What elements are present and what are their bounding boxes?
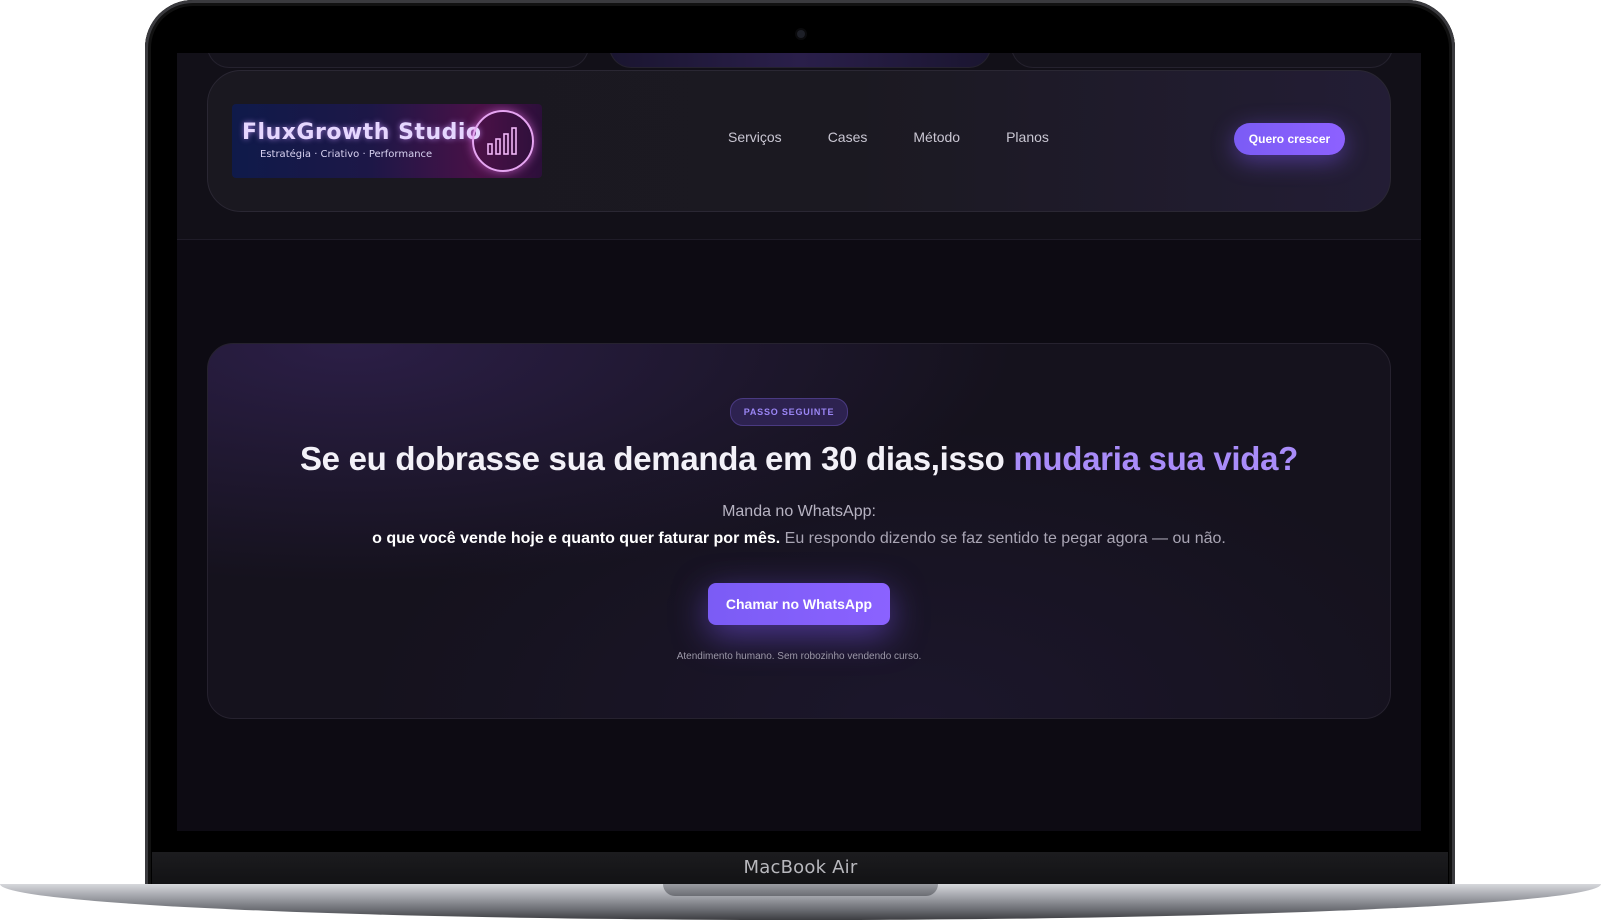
hero-description-rest: Eu respondo dizendo se faz sentido te pe… <box>780 530 1226 547</box>
camera-icon <box>797 30 805 38</box>
nav-link-metodo[interactable]: Método <box>913 129 960 145</box>
quero-crescer-button[interactable]: Quero crescer <box>1234 123 1345 155</box>
logo[interactable]: FluxGrowth Studio Estratégia · Criativo … <box>232 104 542 178</box>
nav-link-planos[interactable]: Planos <box>1006 129 1049 145</box>
browser-viewport: FluxGrowth Studio Estratégia · Criativo … <box>177 53 1421 831</box>
headline-main: Se eu dobrasse sua demanda em 30 dias,is… <box>299 440 1014 477</box>
hero-headline: Se eu dobrasse sua demanda em 30 dias,is… <box>208 440 1390 478</box>
hero-instruction: Manda no WhatsApp: <box>722 503 876 520</box>
card-edge-left <box>207 53 589 68</box>
main-nav: Serviços Cases Método Planos <box>728 129 1095 145</box>
header-band: FluxGrowth Studio Estratégia · Criativo … <box>177 53 1421 240</box>
nav-link-servicos[interactable]: Serviços <box>728 129 782 145</box>
section-badge: PASSO SEGUINTE <box>730 398 848 426</box>
logo-subtitle: Estratégia · Criativo · Performance <box>260 149 433 160</box>
whatsapp-button[interactable]: Chamar no WhatsApp <box>708 583 890 625</box>
card-edge-right <box>1011 53 1393 68</box>
bar-chart-icon <box>472 110 534 172</box>
card-edge-center <box>609 53 991 68</box>
headline-accent: mudaria sua vida? <box>1013 440 1299 477</box>
hero-description-bold: o que você vende hoje e quanto quer fatu… <box>372 530 781 547</box>
device-label: MacBook Air <box>743 857 858 878</box>
navbar: FluxGrowth Studio Estratégia · Criativo … <box>207 70 1391 212</box>
hero-footnote: Atendimento humano. Sem robozinho venden… <box>676 651 922 662</box>
hero-description: o que você vende hoje e quanto quer fatu… <box>208 530 1390 548</box>
laptop-base-notch <box>663 884 938 896</box>
logo-title: FluxGrowth Studio <box>242 120 482 145</box>
nav-link-cases[interactable]: Cases <box>828 129 868 145</box>
cta-card: PASSO SEGUINTE Se eu dobrasse sua demand… <box>207 343 1391 719</box>
